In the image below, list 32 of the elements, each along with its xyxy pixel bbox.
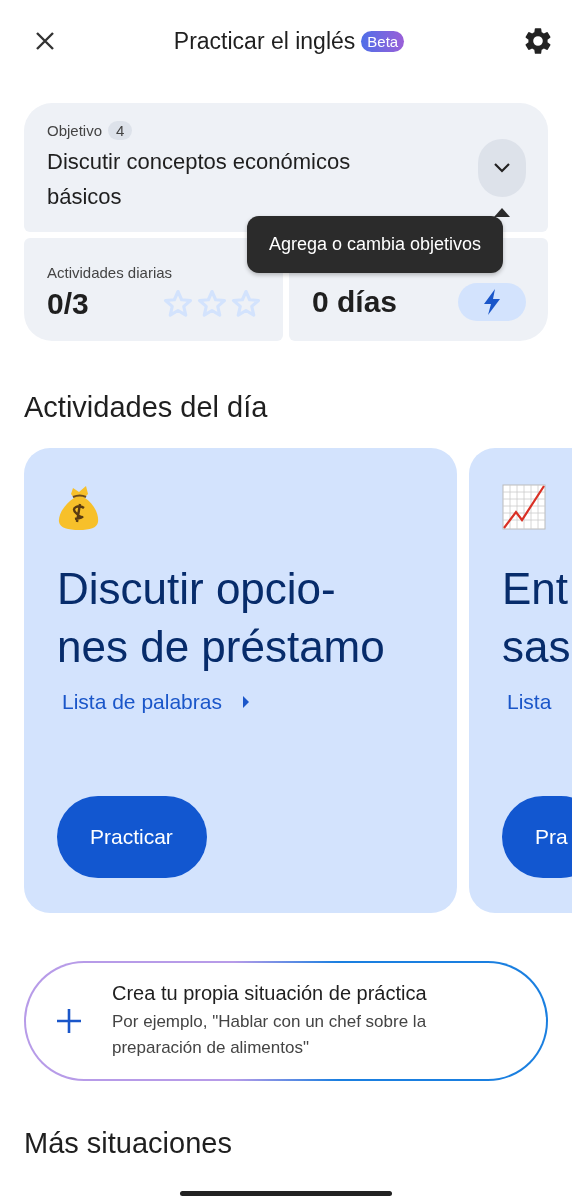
- create-title: Crea tu propia situación de práctica: [112, 981, 428, 1005]
- goal-count: 4: [108, 121, 133, 140]
- beta-badge: Beta: [361, 30, 405, 52]
- lightning-icon: [458, 283, 526, 321]
- close-icon[interactable]: [34, 30, 56, 52]
- money-bag-icon: [57, 484, 101, 530]
- word-list-link[interactable]: Lista: [507, 690, 552, 714]
- plus-icon: [56, 1008, 82, 1034]
- tooltip-pointer-icon: [494, 208, 510, 217]
- page-title: Practicar el inglés: [173, 27, 356, 55]
- section-heading: Más situaciones: [24, 1127, 233, 1160]
- star-icon: [231, 289, 261, 319]
- activity-card[interactable]: Ent sas Lista Pra: [469, 448, 572, 913]
- caret-right-icon: [241, 696, 250, 708]
- chevron-down-icon: [493, 161, 511, 174]
- star-icon: [163, 289, 193, 319]
- section-heading: Actividades del día: [24, 391, 269, 424]
- create-situation-button[interactable]: Crea tu propia situación de práctica Por ejemplo, "Hablar con un chef sobre la preparación de alimentos": [24, 961, 548, 1081]
- chart-icon: [502, 484, 546, 530]
- activity-title: Ent sas: [502, 563, 572, 673]
- goal-label: Objetivo: [47, 122, 103, 139]
- create-hint: Por ejemplo, "Hablar con un chef sobre la preparación de alimentos": [112, 1010, 428, 1059]
- activity-title: Discutir opcio- nes de préstamo: [57, 563, 386, 673]
- daily-count: 0/3: [47, 287, 89, 321]
- goal-text: Discutir conceptos económicos básicos: [47, 148, 352, 211]
- practice-button[interactable]: Practicar: [57, 796, 207, 878]
- word-list-link[interactable]: Lista de palabras: [62, 690, 222, 714]
- tooltip: Agrega o cambia objetivos: [247, 216, 504, 273]
- star-icon: [197, 289, 227, 319]
- streak-count: 0 días: [312, 285, 398, 319]
- activity-card[interactable]: Discutir opcio- nes de préstamo Lista de palabras Practicar: [24, 448, 457, 913]
- practice-button[interactable]: Pra: [502, 796, 572, 878]
